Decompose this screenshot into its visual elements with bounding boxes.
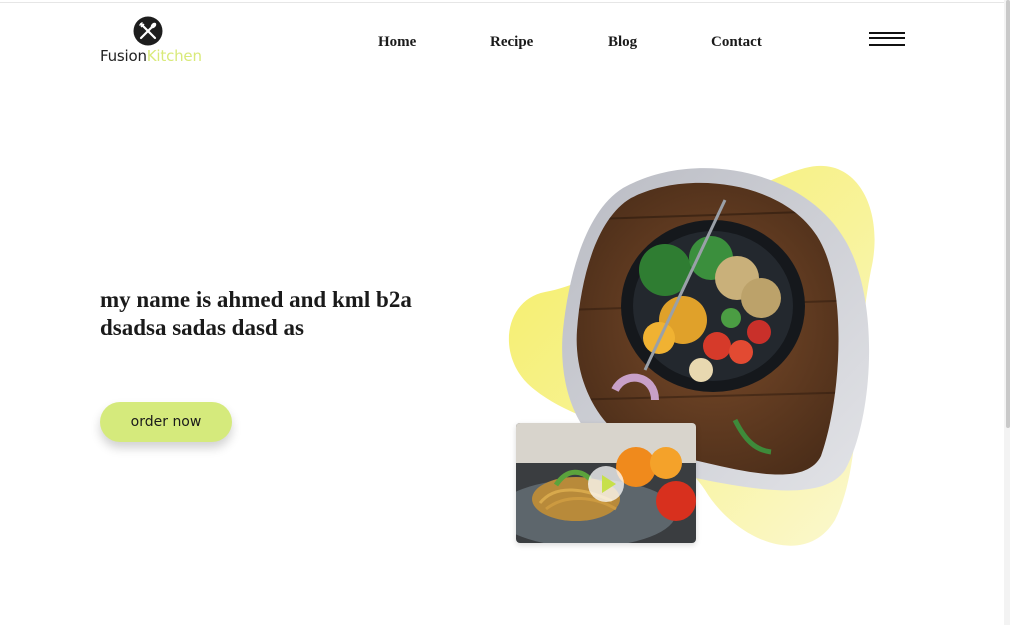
video-thumbnail[interactable] — [516, 423, 696, 543]
nav-link-blog[interactable]: Blog — [608, 32, 637, 52]
brand-name: FusionKitchen — [100, 47, 202, 65]
brand-logo[interactable]: FusionKitchen — [100, 16, 210, 68]
nav-link-contact[interactable]: Contact — [711, 32, 762, 52]
menu-bar — [869, 32, 905, 34]
hero-headline: my name is ahmed and kml b2a dsadsa sada… — [100, 287, 412, 340]
play-button[interactable] — [588, 466, 624, 502]
fork-knife-icon — [133, 16, 163, 46]
hamburger-menu-icon[interactable] — [869, 31, 906, 49]
play-icon — [602, 475, 616, 493]
scrollbar-thumb[interactable] — [1006, 0, 1010, 428]
menu-bar — [869, 37, 905, 39]
order-now-button[interactable]: order now — [100, 402, 232, 442]
menu-bar — [869, 44, 905, 46]
page: FusionKitchen Home Recipe Blog Contact m… — [0, 0, 1010, 625]
nav-link-home[interactable]: Home — [378, 32, 416, 52]
top-divider — [0, 2, 1010, 3]
nav-link-recipe[interactable]: Recipe — [490, 32, 533, 52]
brand-name-part2: Kitchen — [146, 47, 202, 65]
brand-name-part1: Fusion — [100, 47, 147, 65]
